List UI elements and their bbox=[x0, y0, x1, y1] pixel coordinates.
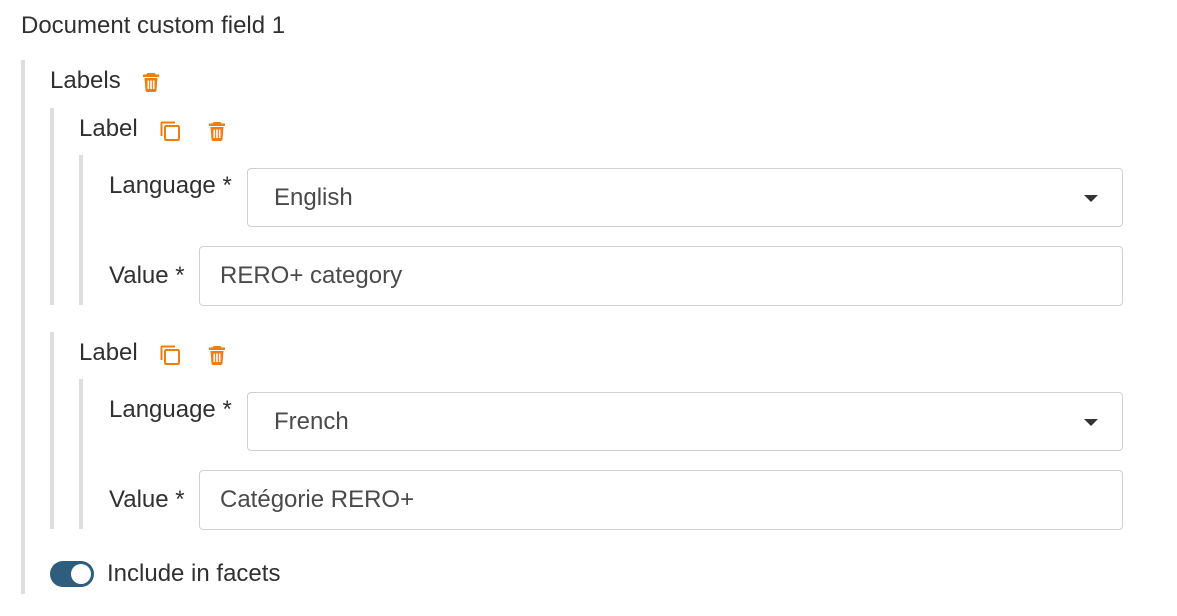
indent-bar bbox=[79, 155, 83, 305]
labels-heading: Labels bbox=[50, 67, 121, 94]
trash-icon[interactable] bbox=[139, 70, 163, 94]
language-select[interactable]: English bbox=[247, 168, 1123, 227]
value-label: Value * bbox=[109, 486, 185, 513]
value-label: Value * bbox=[109, 262, 185, 289]
facets-toggle[interactable] bbox=[50, 561, 94, 587]
value-input[interactable]: Catégorie RERO+ bbox=[199, 470, 1123, 530]
chevron-down-icon bbox=[1084, 194, 1098, 202]
value-input-text: Catégorie RERO+ bbox=[220, 486, 415, 513]
language-select[interactable]: French bbox=[247, 392, 1123, 451]
indent-bar bbox=[79, 379, 83, 529]
label-heading: Label bbox=[79, 115, 138, 142]
language-select-value: English bbox=[274, 183, 353, 211]
label-heading: Label bbox=[79, 339, 138, 366]
toggle-knob bbox=[71, 564, 91, 584]
copy-icon[interactable] bbox=[158, 119, 182, 143]
value-input[interactable]: RERO+ category bbox=[199, 246, 1123, 306]
value-input-text: RERO+ category bbox=[220, 262, 403, 289]
language-select-value: French bbox=[274, 407, 349, 435]
chevron-down-icon bbox=[1084, 418, 1098, 426]
language-label: Language * bbox=[109, 172, 232, 199]
copy-icon[interactable] bbox=[158, 343, 182, 367]
language-label: Language * bbox=[109, 396, 232, 423]
indent-bar bbox=[50, 108, 54, 305]
section-title: Document custom field 1 bbox=[21, 12, 286, 39]
trash-icon[interactable] bbox=[205, 119, 229, 143]
facets-label[interactable]: Include in facets bbox=[107, 560, 280, 588]
indent-bar bbox=[21, 60, 25, 594]
indent-bar bbox=[50, 332, 54, 529]
trash-icon[interactable] bbox=[205, 343, 229, 367]
